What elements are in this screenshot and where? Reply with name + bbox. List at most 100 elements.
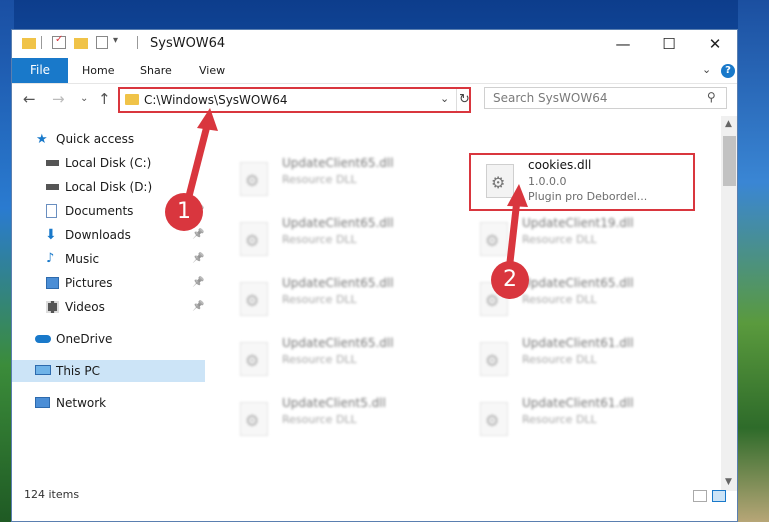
sidebar-item-label: Music bbox=[65, 252, 100, 266]
maximize-button[interactable]: ☐ bbox=[646, 30, 692, 58]
sidebar-item-label: Documents bbox=[65, 204, 134, 218]
list-item[interactable]: ⚙ UpdateClient5.dll Resource DLL bbox=[228, 394, 438, 446]
new-folder-icon[interactable] bbox=[74, 38, 88, 49]
dll-file-icon: ⚙ bbox=[240, 342, 268, 376]
customize-icon[interactable] bbox=[96, 36, 108, 49]
file-type: Resource DLL bbox=[282, 233, 357, 246]
file-list: ⚙ UpdateClient65.dll Resource DLL ⚙ Upda… bbox=[208, 116, 718, 496]
address-bar[interactable]: C:\Windows\SysWOW64 ⌄ ↻ bbox=[118, 87, 471, 113]
list-item[interactable]: ⚙ UpdateClient65.dll Resource DLL bbox=[228, 154, 438, 206]
address-path[interactable]: C:\Windows\SysWOW64 bbox=[144, 93, 288, 107]
sidebar-item-label: This PC bbox=[56, 364, 100, 378]
desktop-background-right bbox=[738, 0, 769, 522]
tab-file[interactable]: File bbox=[12, 58, 68, 83]
network-icon bbox=[35, 397, 50, 408]
divider bbox=[137, 36, 138, 49]
download-icon: ⬇ bbox=[45, 227, 57, 243]
help-icon[interactable]: ? bbox=[721, 64, 735, 78]
sidebar-item-label: OneDrive bbox=[56, 332, 113, 346]
recent-locations-button[interactable]: ⌄ bbox=[80, 93, 88, 104]
back-button[interactable]: ← bbox=[23, 90, 36, 108]
sidebar-item-onedrive[interactable]: OneDrive bbox=[12, 328, 205, 350]
vertical-scrollbar[interactable]: ▲ ▼ bbox=[721, 116, 737, 491]
computer-icon bbox=[35, 365, 51, 375]
tab-view[interactable]: View bbox=[199, 58, 225, 83]
list-item[interactable]: ⚙ UpdateClient65.dll Resource DLL bbox=[228, 214, 438, 266]
list-item[interactable]: ⚙ UpdateClient61.dll Resource DLL bbox=[468, 394, 678, 446]
sidebar-item-label: Local Disk (C:) bbox=[65, 156, 152, 170]
folder-icon bbox=[125, 94, 139, 105]
cloud-icon bbox=[35, 335, 51, 343]
search-box[interactable]: Search SysWOW64 ⚲ bbox=[484, 87, 727, 109]
scroll-up-icon[interactable]: ▲ bbox=[725, 119, 732, 129]
file-type: Resource DLL bbox=[522, 353, 597, 366]
up-button[interactable]: ↑ bbox=[98, 90, 111, 108]
search-icon[interactable]: ⚲ bbox=[707, 90, 716, 104]
file-name: UpdateClient65.dll bbox=[282, 276, 394, 290]
chevron-down-icon[interactable]: ▾ bbox=[113, 35, 127, 48]
sidebar-item-videos[interactable]: Videos 📌 bbox=[12, 296, 205, 318]
pin-icon[interactable]: 📌 bbox=[192, 248, 204, 270]
sidebar-item-this-pc[interactable]: This PC bbox=[12, 360, 205, 382]
file-name: UpdateClient61.dll bbox=[522, 396, 634, 410]
file-type: Resource DLL bbox=[282, 173, 357, 186]
divider bbox=[41, 36, 42, 49]
star-icon: ★ bbox=[36, 132, 48, 147]
sidebar-item-pictures[interactable]: Pictures 📌 bbox=[12, 272, 205, 294]
refresh-button[interactable]: ↻ bbox=[456, 89, 472, 111]
list-item[interactable]: ⚙ UpdateClient65.dll Resource DLL bbox=[228, 334, 438, 386]
pin-icon[interactable]: 📌 bbox=[192, 296, 204, 318]
sidebar-item-quick-access[interactable]: ★ Quick access bbox=[12, 128, 205, 150]
item-count: 124 items bbox=[24, 488, 80, 501]
minimize-button[interactable]: — bbox=[600, 30, 646, 58]
sidebar-item-label: Videos bbox=[65, 300, 105, 314]
file-name: UpdateClient61.dll bbox=[522, 336, 634, 350]
pin-icon[interactable]: 📌 bbox=[192, 272, 204, 294]
callout-badge-1: 1 bbox=[165, 193, 203, 231]
chevron-down-icon[interactable]: ⌄ bbox=[440, 92, 449, 105]
sidebar-item-local-disk-c[interactable]: Local Disk (C:) bbox=[12, 152, 205, 174]
title-bar: ✓ ▾ SysWOW64 — ☐ ✕ bbox=[12, 30, 737, 58]
tab-home[interactable]: Home bbox=[82, 58, 114, 83]
drive-icon bbox=[46, 184, 59, 190]
pictures-icon bbox=[46, 277, 59, 289]
status-bar: 124 items bbox=[12, 482, 737, 521]
expand-ribbon-icon[interactable]: ⌄ bbox=[702, 63, 711, 76]
file-type: Resource DLL bbox=[522, 233, 597, 246]
file-name: UpdateClient65.dll bbox=[282, 336, 394, 350]
music-icon: ♪ bbox=[46, 251, 55, 266]
list-item[interactable]: ⚙ UpdateClient61.dll Resource DLL bbox=[468, 334, 678, 386]
close-button[interactable]: ✕ bbox=[692, 30, 737, 58]
sidebar-item-label: Network bbox=[56, 396, 107, 410]
file-type: Resource DLL bbox=[282, 293, 357, 306]
details-view-icon[interactable] bbox=[693, 490, 707, 502]
dll-file-icon: ⚙ bbox=[240, 282, 268, 316]
folder-icon bbox=[22, 38, 36, 49]
drive-icon bbox=[46, 160, 59, 166]
scrollbar-thumb[interactable] bbox=[723, 136, 736, 186]
file-explorer-window: ✓ ▾ SysWOW64 — ☐ ✕ File Home Share View … bbox=[11, 29, 738, 522]
properties-icon[interactable]: ✓ bbox=[52, 34, 66, 49]
sidebar-item-music[interactable]: ♪ Music 📌 bbox=[12, 248, 205, 270]
ribbon: File Home Share View ⌄ ? bbox=[12, 58, 737, 84]
forward-button[interactable]: → bbox=[52, 90, 65, 108]
file-type: Resource DLL bbox=[522, 413, 597, 426]
navigation-bar: ← → ⌄ ↑ C:\Windows\SysWOW64 ⌄ ↻ Search S… bbox=[12, 84, 737, 116]
list-item[interactable]: ⚙ UpdateClient65.dll Resource DLL bbox=[228, 274, 438, 326]
list-item[interactable]: ⚙ UpdateClient19.dll Resource DLL bbox=[468, 214, 678, 266]
dll-file-icon: ⚙ bbox=[240, 162, 268, 196]
file-name: UpdateClient19.dll bbox=[522, 216, 634, 230]
large-icons-view-icon[interactable] bbox=[712, 490, 726, 502]
sidebar-item-network[interactable]: Network bbox=[12, 392, 205, 414]
dll-file-icon: ⚙ bbox=[480, 342, 508, 376]
dll-file-icon: ⚙ bbox=[480, 402, 508, 436]
file-name: UpdateClient65.dll bbox=[282, 156, 394, 170]
videos-icon bbox=[46, 301, 59, 313]
tab-share[interactable]: Share bbox=[140, 58, 172, 83]
file-type: Resource DLL bbox=[282, 413, 357, 426]
search-input[interactable]: Search SysWOW64 bbox=[493, 91, 607, 105]
dll-file-icon: ⚙ bbox=[240, 222, 268, 256]
file-name: UpdateClient5.dll bbox=[282, 396, 386, 410]
dll-file-icon: ⚙ bbox=[480, 222, 508, 256]
documents-icon bbox=[46, 204, 57, 218]
